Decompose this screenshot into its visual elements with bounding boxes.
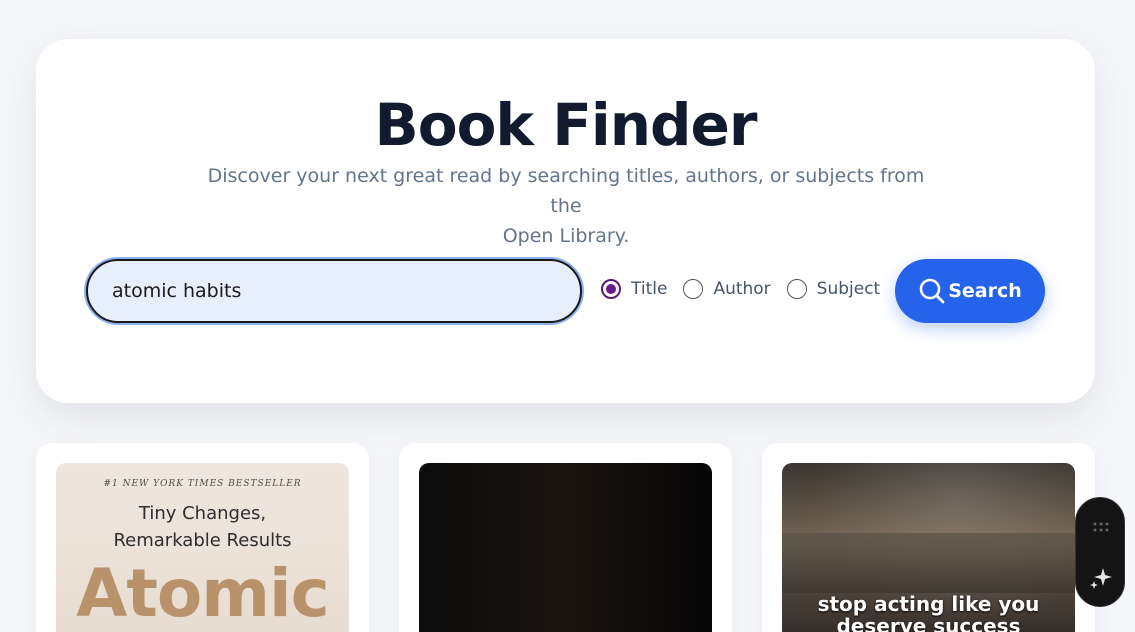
radio-title[interactable]: Title bbox=[601, 279, 667, 299]
book-cover[interactable]: stop acting like you deserve success bbox=[782, 463, 1075, 632]
result-card[interactable]: #1 NEW YORK TIMES BESTSELLER Tiny Change… bbox=[36, 443, 369, 632]
radio-author-label: Author bbox=[713, 279, 771, 299]
cover-skyline bbox=[782, 533, 1075, 593]
cover-caption-line-2: deserve success bbox=[836, 614, 1021, 632]
cover-tagline: #1 NEW YORK TIMES BESTSELLER bbox=[103, 479, 302, 489]
search-input[interactable] bbox=[86, 259, 582, 323]
page-title: Book Finder bbox=[374, 91, 758, 159]
radio-author-indicator[interactable] bbox=[683, 279, 704, 299]
result-card[interactable]: stop acting like you deserve success bbox=[762, 443, 1095, 632]
cover-caption-line-1: stop acting like you bbox=[817, 592, 1040, 616]
subtitle-line-2: Open Library. bbox=[502, 225, 630, 247]
book-cover[interactable]: #1 NEW YORK TIMES BESTSELLER Tiny Change… bbox=[56, 463, 349, 632]
radio-title-label: Title bbox=[631, 279, 668, 299]
search-icon bbox=[919, 278, 945, 304]
search-button-label: Search bbox=[948, 280, 1022, 302]
radio-subject-indicator[interactable] bbox=[786, 279, 807, 299]
floating-widget[interactable] bbox=[1075, 497, 1125, 607]
search-button[interactable]: Search bbox=[895, 259, 1045, 323]
radio-author[interactable]: Author bbox=[683, 279, 771, 299]
sparkle-icon[interactable] bbox=[1089, 566, 1113, 590]
page-subtitle: Discover your next great read by searchi… bbox=[206, 161, 926, 251]
book-cover[interactable] bbox=[419, 463, 712, 632]
search-panel: Book Finder Discover your next great rea… bbox=[36, 39, 1095, 403]
radio-subject[interactable]: Subject bbox=[786, 279, 881, 299]
radio-subject-label: Subject bbox=[816, 279, 881, 299]
grip-dots-icon[interactable] bbox=[1093, 522, 1109, 534]
cover-title: Atomic bbox=[76, 555, 330, 632]
cover-subtitle-line-1: Tiny Changes, bbox=[138, 503, 267, 524]
search-type-radio-group: Title Author Subject bbox=[601, 279, 896, 299]
subtitle-line-1: Discover your next great read by searchi… bbox=[207, 165, 925, 217]
result-card[interactable] bbox=[399, 443, 732, 632]
radio-title-indicator[interactable] bbox=[601, 279, 621, 299]
cover-caption: stop acting like you deserve success bbox=[782, 593, 1075, 632]
cover-subtitle-line-2: Remarkable Results bbox=[113, 530, 292, 551]
